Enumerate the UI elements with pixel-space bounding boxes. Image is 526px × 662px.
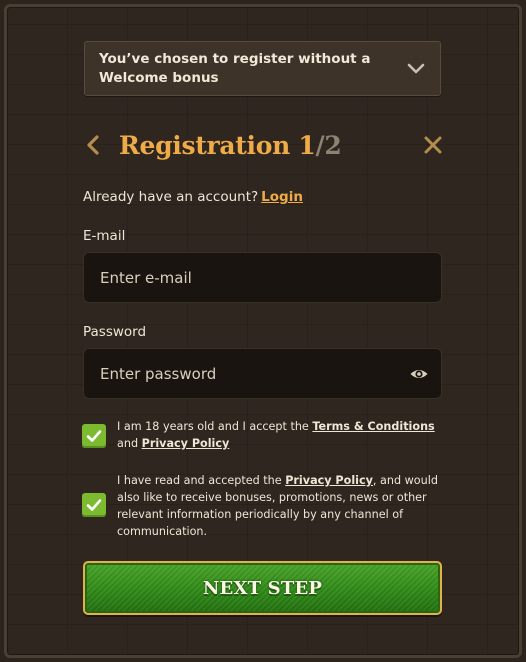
password-field-container	[83, 348, 442, 399]
registration-panel	[4, 4, 522, 658]
terms-consent-text: I am 18 years old and I accept the Terms…	[117, 418, 439, 452]
checkmark-icon	[86, 430, 102, 442]
marketing-checkbox[interactable]	[82, 493, 106, 517]
email-label: E-mail	[83, 228, 126, 244]
chevron-left-icon[interactable]	[82, 133, 104, 157]
terms-text-middle: and	[117, 437, 139, 450]
terms-checkbox[interactable]	[82, 424, 106, 448]
chevron-down-icon[interactable]	[406, 60, 426, 78]
marketing-consent-text: I have read and accepted the Privacy Pol…	[117, 472, 439, 540]
terms-conditions-link[interactable]: Terms & Conditions	[312, 420, 434, 433]
email-field-container	[83, 252, 442, 303]
marketing-consent-row: I have read and accepted the Privacy Pol…	[82, 472, 442, 542]
terms-consent-row: I am 18 years old and I accept the Terms…	[82, 418, 442, 458]
login-prompt: Already have an account? Login	[83, 187, 303, 207]
step-current: 1	[298, 131, 316, 160]
page-title: Registration 1/2	[119, 129, 342, 163]
privacy-policy-link[interactable]: Privacy Policy	[142, 437, 230, 450]
login-link[interactable]: Login	[261, 189, 303, 205]
marketing-privacy-policy-link[interactable]: Privacy Policy	[285, 474, 373, 487]
next-step-label: NEXT STEP	[202, 577, 323, 599]
next-step-button[interactable]: NEXT STEP	[83, 561, 442, 615]
marketing-text-before: I have read and accepted the	[117, 474, 282, 487]
welcome-bonus-line-2: Welcome bonus	[99, 70, 219, 86]
checkmark-icon	[86, 499, 102, 511]
password-field[interactable]	[84, 349, 441, 398]
step-total: 2	[324, 131, 342, 160]
password-label: Password	[83, 324, 147, 340]
eye-icon[interactable]	[409, 364, 429, 384]
welcome-bonus-text: You’ve chosen to register without a Welc…	[99, 50, 389, 88]
step-separator: /	[315, 131, 325, 160]
email-field[interactable]	[84, 253, 441, 302]
terms-text-before: I am 18 years old and I accept the	[117, 420, 309, 433]
login-prompt-text: Already have an account?	[83, 189, 259, 205]
registration-title: Registration	[119, 131, 290, 160]
welcome-bonus-dropdown[interactable]: You’ve chosen to register without a Welc…	[84, 41, 441, 96]
welcome-bonus-line-1: You’ve chosen to register without a	[99, 51, 371, 67]
close-icon[interactable]	[421, 133, 445, 157]
